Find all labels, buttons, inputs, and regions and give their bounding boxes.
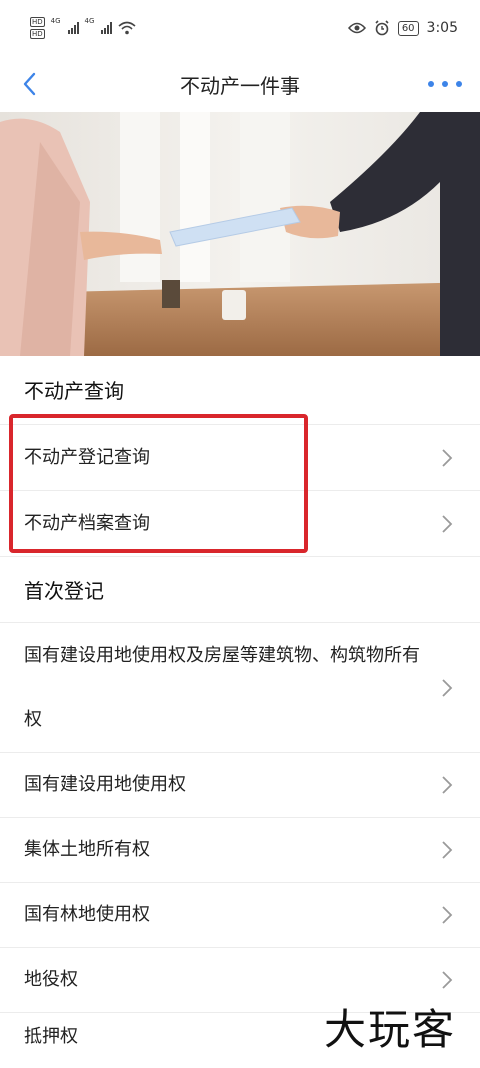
back-button[interactable] xyxy=(22,66,52,102)
chevron-right-icon xyxy=(442,841,453,859)
chevron-left-icon xyxy=(23,72,36,96)
section-title-first-registration: 首次登记 xyxy=(0,556,480,622)
list-item-label: 不动产登记查询 xyxy=(24,446,150,468)
eye-icon xyxy=(347,22,366,34)
signal-icon xyxy=(67,22,79,34)
list-item-state-construction-land[interactable]: 国有建设用地使用权 xyxy=(0,752,480,817)
status-left: HD HD 4G 4G xyxy=(30,17,136,39)
list-item-label: 抵押权 xyxy=(24,1026,78,1047)
list-item-registration-query[interactable]: 不动产登记查询 xyxy=(0,424,480,490)
list-item-state-forest-land[interactable]: 国有林地使用权 xyxy=(0,882,480,947)
hd-badge: HD xyxy=(30,17,45,27)
chevron-right-icon xyxy=(442,971,453,989)
dot xyxy=(456,81,462,87)
banner-image xyxy=(0,112,480,356)
list-item-label: 国有建设用地使用权及房屋等建筑物、构筑物所有权 xyxy=(24,644,420,730)
hd-badges: HD HD xyxy=(30,17,45,39)
network-label: 4G xyxy=(50,17,61,25)
more-button[interactable] xyxy=(428,72,462,96)
list-item-label: 地役权 xyxy=(24,969,78,990)
list-item-label: 集体土地所有权 xyxy=(24,839,150,860)
list-item-state-construction-land-and-buildings[interactable]: 国有建设用地使用权及房屋等建筑物、构筑物所有权 xyxy=(0,622,480,752)
list-item-label: 国有建设用地使用权 xyxy=(24,774,186,795)
dot xyxy=(428,81,434,87)
section-title-query: 不动产查询 xyxy=(24,378,124,403)
list-item-label: 国有林地使用权 xyxy=(24,904,150,925)
network-label: 4G xyxy=(84,17,95,25)
battery-icon: 60 xyxy=(397,20,419,36)
chevron-right-icon xyxy=(442,678,453,697)
dot xyxy=(442,81,448,87)
status-right: 60 3:05 xyxy=(347,20,458,36)
nav-bar: 不动产一件事 xyxy=(0,56,480,112)
battery-level: 60 xyxy=(401,22,415,34)
alarm-icon xyxy=(375,20,389,36)
list-item-collective-land[interactable]: 集体土地所有权 xyxy=(0,817,480,882)
chevron-right-icon xyxy=(442,514,453,533)
signal-icon xyxy=(101,22,113,34)
chevron-right-icon xyxy=(442,906,453,924)
hd-badge: HD xyxy=(30,29,45,39)
status-bar: HD HD 4G 4G 60 3:05 xyxy=(0,0,480,56)
watermark: 大玩客 xyxy=(324,1005,457,1054)
list-item-label: 不动产档案查询 xyxy=(24,512,150,534)
handshake-document-illustration xyxy=(0,112,480,356)
clock: 3:05 xyxy=(426,20,458,36)
list-item-archive-query[interactable]: 不动产档案查询 xyxy=(0,490,480,556)
page-title: 不动产一件事 xyxy=(180,73,300,98)
chevron-right-icon xyxy=(442,448,453,467)
wifi-icon xyxy=(118,21,136,35)
chevron-right-icon xyxy=(442,776,453,794)
